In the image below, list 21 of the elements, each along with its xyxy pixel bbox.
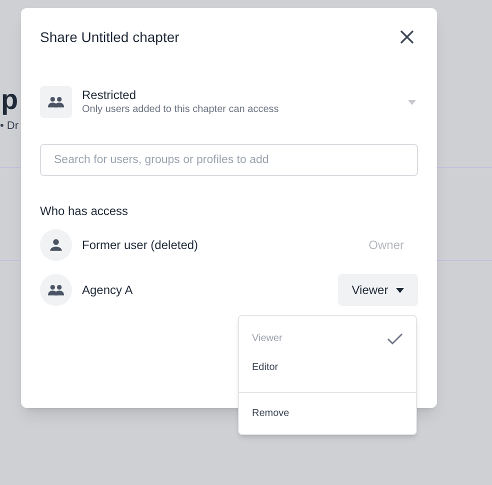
role-dropdown[interactable]: Viewer <box>338 274 418 306</box>
page-subtitle: • Dr <box>0 119 19 134</box>
menu-item[interactable]: Editor <box>239 353 416 382</box>
close-icon <box>400 30 414 44</box>
dialog-title: Share Untitled chapter <box>40 28 180 47</box>
member-name: Former user (deleted) <box>82 237 200 254</box>
person-icon <box>49 238 63 252</box>
access-dropdown[interactable]: Restricted Only users added to this chapter can access <box>40 86 418 118</box>
caret-icon <box>408 100 416 104</box>
section-title: Who has access <box>40 203 130 220</box>
check-icon <box>387 332 403 344</box>
access-label: Restricted <box>82 88 138 102</box>
search-field[interactable]: Search for users, groups or profiles to add <box>40 144 418 176</box>
access-description: Only users added to this chapter can access <box>82 102 280 116</box>
caret-icon <box>396 288 404 292</box>
page-heading: p <box>1 84 18 116</box>
remove-menu-item[interactable]: Remove <box>239 393 416 434</box>
group-icon <box>48 284 64 296</box>
member-name: Agency A <box>82 282 134 299</box>
group-icon <box>48 96 64 108</box>
member-role: Owner <box>368 237 404 254</box>
